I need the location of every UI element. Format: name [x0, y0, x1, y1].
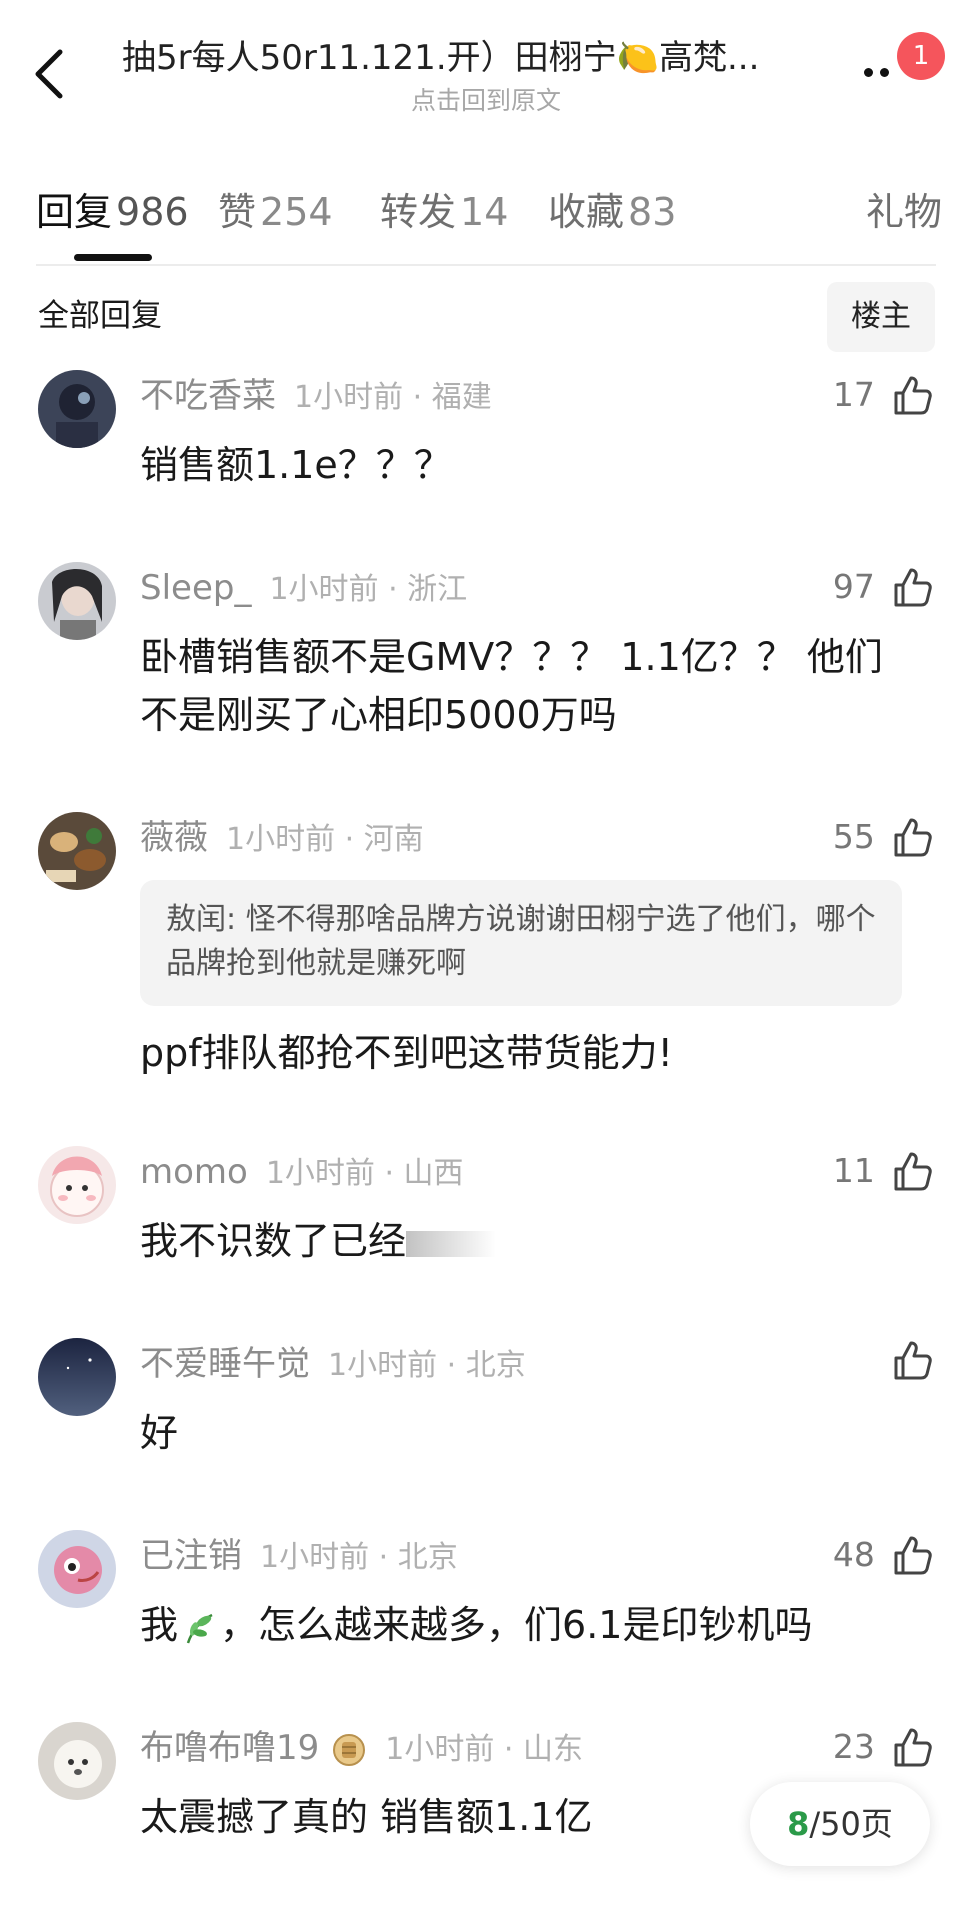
- like-count: 17: [832, 375, 875, 414]
- comment-text: 好: [140, 1411, 179, 1455]
- like-count: 55: [832, 817, 875, 856]
- like-button[interactable]: 48: [833, 1530, 934, 1580]
- avatar[interactable]: [38, 1146, 116, 1224]
- timestamp-location: 1小时前 · 北京: [328, 1348, 526, 1383]
- page-indicator-button[interactable]: 8/50页: [750, 1782, 930, 1866]
- divider: [36, 264, 936, 266]
- current-page: 8: [787, 1805, 810, 1843]
- notification-badge[interactable]: 1: [897, 32, 945, 80]
- thumbs-up-icon: [894, 1341, 932, 1380]
- avatar[interactable]: [38, 1530, 116, 1608]
- quoted-reply[interactable]: 敖闰: 怪不得那啥品牌方说谢谢田栩宁选了他们，哪个品牌抢到他就是赚死啊: [140, 880, 902, 1006]
- thumbs-up-icon: [894, 376, 932, 415]
- username[interactable]: 不吃香菜: [140, 376, 276, 416]
- comment-text-part: 我: [140, 1603, 179, 1647]
- total-pages: /50页: [809, 1805, 893, 1843]
- like-button[interactable]: 55: [833, 812, 934, 862]
- timestamp-location: 1小时前 · 河南: [226, 822, 424, 857]
- tab-count: 254: [260, 190, 333, 234]
- thumbs-up-icon: [894, 1536, 932, 1575]
- avatar[interactable]: [38, 370, 116, 448]
- comment-meta: 不爱睡午觉 1小时前 · 北京: [140, 1342, 526, 1386]
- comment-meta: 薇薇 1小时前 · 河南: [140, 816, 424, 860]
- like-count: 23: [832, 1727, 875, 1766]
- avatar[interactable]: [38, 1722, 116, 1800]
- like-button[interactable]: 97: [833, 562, 934, 612]
- timestamp-location: 1小时前 · 山东: [385, 1732, 583, 1767]
- back-to-post-link[interactable]: 点击回到原文: [0, 86, 972, 116]
- fan-medal-icon: [333, 1733, 366, 1766]
- timestamp-location: 1小时前 · 山西: [265, 1156, 464, 1191]
- comment-text-wrap: 我 ，怎么越来越多，们6.1是印钞机吗: [140, 1596, 920, 1654]
- tab-reposts[interactable]: 转发 14: [380, 188, 508, 236]
- tab-count: 14: [460, 190, 509, 234]
- tab-label: 转发: [380, 190, 457, 234]
- like-button[interactable]: 23: [833, 1722, 934, 1772]
- tab-label: 赞: [218, 190, 257, 234]
- like-button[interactable]: 11: [833, 1146, 934, 1196]
- tab-label: 礼物: [866, 190, 943, 234]
- tab-label: 收藏: [548, 190, 625, 234]
- avatar[interactable]: [38, 562, 116, 640]
- like-count: 97: [832, 567, 875, 606]
- comment-text: ppf排队都抢不到吧这带货能力!: [140, 1031, 673, 1075]
- username[interactable]: 已注销: [140, 1536, 242, 1576]
- timestamp-location: 1小时前 · 北京: [260, 1540, 458, 1575]
- leaf-emoji-icon: [186, 1613, 213, 1643]
- comment-meta: momo 1小时前 · 山西: [140, 1150, 464, 1194]
- post-title[interactable]: 抽5r每人50r11.121.开）田栩宁🍋高梵...: [122, 36, 842, 80]
- timestamp-location: 1小时前 · 浙江: [269, 572, 468, 607]
- like-button[interactable]: [890, 1338, 934, 1388]
- comment-text-wrap: 我不识数了已经: [140, 1212, 920, 1270]
- tab-count: 986: [116, 190, 189, 234]
- like-button[interactable]: 17: [833, 370, 934, 420]
- more-options-icon[interactable]: [864, 64, 900, 80]
- op-only-filter-button[interactable]: 楼主: [827, 282, 935, 352]
- comment-meta: 不吃香菜 1小时前 · 福建: [140, 374, 492, 418]
- comment-meta: 已注销 1小时前 · 北京: [140, 1534, 458, 1578]
- comment-text-part: ，怎么越来越多，们6.1是印钞机吗: [220, 1603, 813, 1647]
- tab-label: 回复: [36, 190, 113, 234]
- text-fade-effect: [406, 1230, 497, 1257]
- thumbs-up-icon: [894, 1152, 932, 1191]
- like-count: 11: [832, 1151, 875, 1190]
- thumbs-up-icon: [894, 818, 932, 857]
- username[interactable]: 布噜布噜19: [140, 1728, 319, 1768]
- all-replies-heading: 全部回复: [38, 298, 162, 334]
- avatar[interactable]: [38, 1338, 116, 1416]
- tab-count: 83: [628, 190, 677, 234]
- comment-meta: 布噜布噜19 1小时前 · 山东: [140, 1726, 583, 1770]
- tab-favorites[interactable]: 收藏 83: [548, 188, 676, 236]
- username[interactable]: 不爱睡午觉: [140, 1344, 310, 1384]
- avatar[interactable]: [38, 812, 116, 890]
- comment-text: 我不识数了已经: [140, 1219, 407, 1263]
- top-bar: 抽5r每人50r11.121.开）田栩宁🍋高梵... 点击回到原文 1: [0, 0, 972, 140]
- username[interactable]: momo: [140, 1152, 248, 1192]
- username[interactable]: Sleep_: [140, 568, 251, 608]
- comment-text: 卧槽销售额不是GMV？？？ 1.1亿？？ 他们不是刚买了心相印5000万吗: [140, 635, 883, 737]
- active-tab-indicator: [74, 254, 152, 261]
- timestamp-location: 1小时前 · 福建: [294, 380, 492, 415]
- comments-page: 抽5r每人50r11.121.开）田栩宁🍋高梵... 点击回到原文 1 回复 98…: [0, 0, 972, 1908]
- tab-replies[interactable]: 回复 986: [36, 188, 189, 236]
- tab-gifts[interactable]: 礼物: [866, 188, 942, 236]
- thumbs-up-icon: [894, 568, 932, 607]
- comment-meta: Sleep_ 1小时前 · 浙江: [140, 566, 467, 610]
- tab-bar: 回复 986 赞 254 转发 14 收藏 83 礼物: [0, 178, 972, 266]
- tab-likes[interactable]: 赞 254: [218, 188, 333, 236]
- thumbs-up-icon: [894, 1728, 932, 1767]
- like-count: 48: [832, 1535, 875, 1574]
- comment-text: 销售额1.1e？？？: [140, 443, 452, 487]
- username[interactable]: 薇薇: [140, 818, 208, 858]
